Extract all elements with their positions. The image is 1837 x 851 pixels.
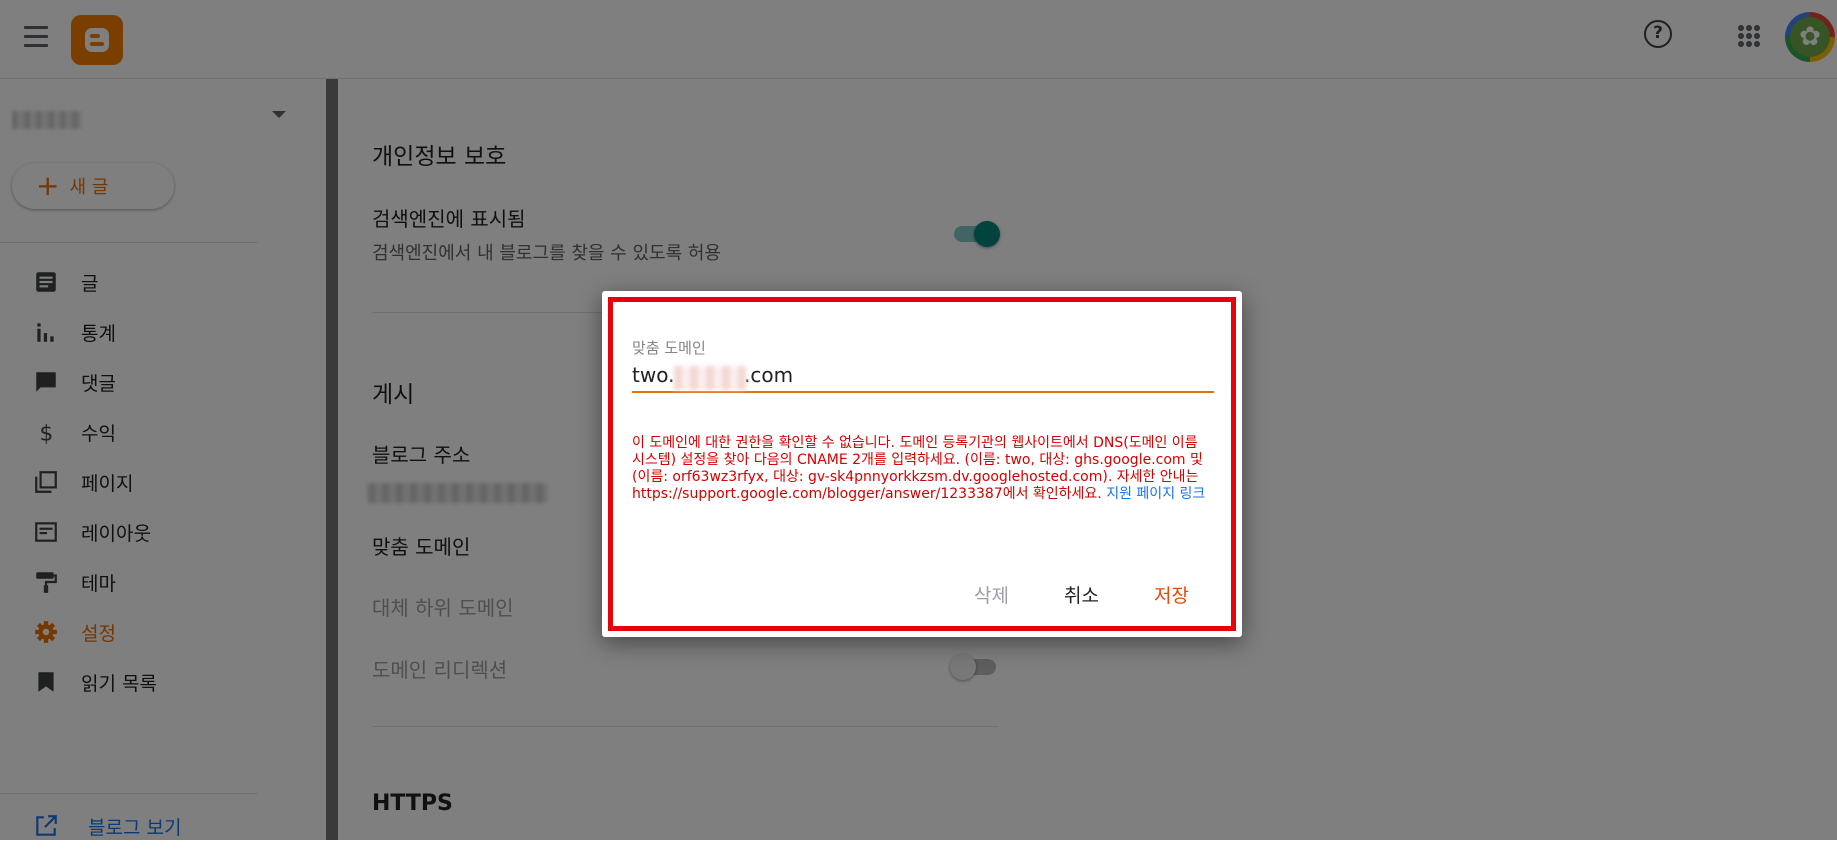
support-page-link[interactable]: 지원 페이지 링크 [1106, 486, 1205, 502]
domain-value-prefix: two. [632, 363, 675, 387]
domain-value-redacted [674, 366, 746, 390]
custom-domain-dialog: 맞춤 도메인 two. .com 이 도메인에 대한 권한을 확인할 수 없습니… [602, 291, 1242, 637]
custom-domain-field-label: 맞춤 도메인 [632, 339, 706, 357]
domain-value-suffix: .com [744, 363, 794, 387]
save-button[interactable]: 저장 [1154, 581, 1189, 608]
dns-error-message: 이 도메인에 대한 권한을 확인할 수 없습니다. 도메인 등록기관의 웹사이트… [632, 435, 1212, 503]
cancel-button[interactable]: 취소 [1064, 581, 1099, 608]
delete-button[interactable]: 삭제 [974, 581, 1009, 608]
